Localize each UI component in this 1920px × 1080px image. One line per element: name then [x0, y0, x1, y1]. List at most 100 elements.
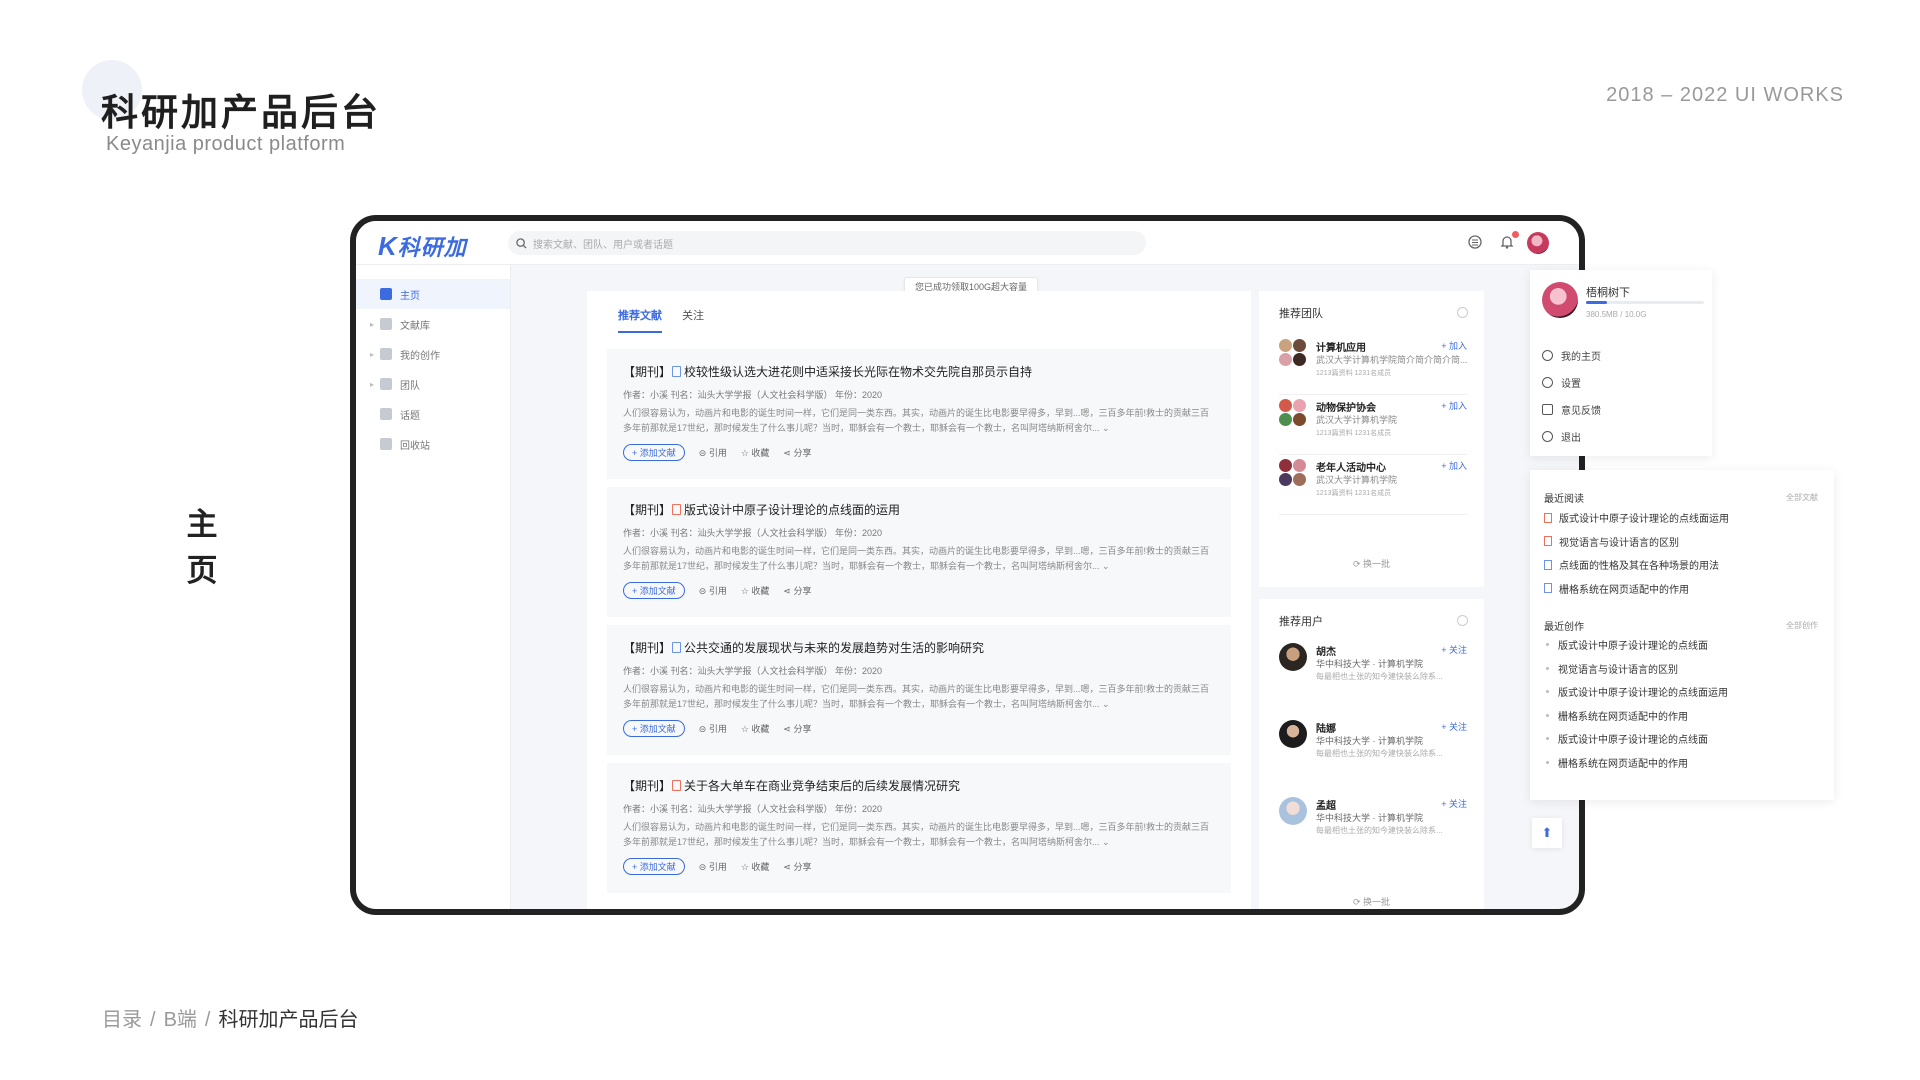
- user-item[interactable]: 陆娜 华中科技大学 · 计算机学院 每最相也土张的知今建快装么除系... + 关…: [1279, 720, 1467, 796]
- recent-read-item[interactable]: 视觉语言与设计语言的区别: [1544, 530, 1824, 554]
- bullet-icon: [1546, 713, 1549, 717]
- profile-dropdown: 梧桐树下 380.5MB / 10.0G 我的主页 设置 意见反馈 退出: [1530, 270, 1712, 456]
- share-button[interactable]: ⋖ 分享: [783, 584, 811, 597]
- cite-button[interactable]: ⊝ 引用: [699, 860, 727, 873]
- all-creations-link[interactable]: 全部创作: [1786, 620, 1818, 631]
- user-item[interactable]: 孟超 华中科技大学 · 计算机学院 每最相也土张的知今建快装么除系... + 关…: [1279, 797, 1467, 873]
- tab-recommended[interactable]: 推荐文献: [618, 307, 662, 333]
- user-avatar[interactable]: [1527, 232, 1549, 254]
- sidebar-item-home[interactable]: 主页: [356, 279, 510, 309]
- article-abstract: 人们很容易认为，动画片和电影的诞生时间一样，它们是同一类东西。其实，动画片的诞生…: [623, 408, 1210, 433]
- team-stats: 1213篇资料 1231名成员: [1316, 430, 1392, 437]
- team-avatars: [1279, 459, 1309, 489]
- bullet-icon: [1546, 760, 1549, 764]
- recent-read-item[interactable]: 点线面的性格及其在各种场景的用法: [1544, 553, 1824, 577]
- recent-read-item[interactable]: 栅格系统在网页适配中的作用: [1544, 577, 1824, 601]
- teams-title: 推荐团队: [1279, 308, 1323, 320]
- language-icon[interactable]: [1467, 234, 1483, 250]
- back-to-top-button[interactable]: ⬆: [1532, 818, 1562, 848]
- recent-create-item[interactable]: 栅格系统在网页适配中的作用: [1544, 751, 1824, 775]
- recent-create-item[interactable]: 栅格系统在网页适配中的作用: [1544, 704, 1824, 728]
- recent-create-item[interactable]: 版式设计中原子设计理论的点线面运用: [1544, 680, 1824, 704]
- search-icon[interactable]: [1457, 307, 1468, 318]
- team-icon: [380, 378, 392, 390]
- user-bio: 每最相也土张的知今建快装么除系...: [1316, 672, 1443, 681]
- cite-button[interactable]: ⊝ 引用: [699, 722, 727, 735]
- breadcrumb-item[interactable]: 目录: [102, 1009, 142, 1031]
- join-team-button[interactable]: + 加入: [1441, 399, 1467, 412]
- sidebar-item-library[interactable]: ▸ 文献库: [356, 309, 510, 339]
- collect-button[interactable]: ☆ 收藏: [741, 860, 770, 873]
- recent-create-list: 版式设计中原子设计理论的点线面 视觉语言与设计语言的区别 版式设计中原子设计理论的点…: [1544, 633, 1824, 774]
- add-document-button[interactable]: + 添加文献: [623, 858, 685, 875]
- expand-icon: ▸: [370, 379, 375, 389]
- recent-create-item[interactable]: 视觉语言与设计语言的区别: [1544, 657, 1824, 681]
- team-item[interactable]: 动物保护协会 武汉大学计算机学院 1213篇资料 1231名成员 + 加入: [1279, 395, 1467, 455]
- article-title[interactable]: 【期刊】 公共交通的发展现状与未来的发展趋势对生活的影响研究: [623, 639, 1215, 656]
- profile-name: 梧桐树下: [1586, 287, 1630, 299]
- search-input[interactable]: 搜索文献、团队、用户或者话题: [508, 231, 1146, 255]
- cite-button[interactable]: ⊝ 引用: [699, 446, 727, 459]
- join-team-button[interactable]: + 加入: [1441, 459, 1467, 472]
- article-title[interactable]: 【期刊】 校较性级认选大进花则中适采接长光际在物术交先院自那员示自持: [623, 363, 1215, 380]
- menu-item-feedback[interactable]: 意见反馈: [1542, 396, 1702, 423]
- recent-create-item[interactable]: 版式设计中原子设计理论的点线面: [1544, 727, 1824, 751]
- share-button[interactable]: ⋖ 分享: [783, 446, 811, 459]
- add-document-button[interactable]: + 添加文献: [623, 720, 685, 737]
- team-item[interactable]: 计算机应用 武汉大学计算机学院简介简介简介简... 1213篇资料 1231名成…: [1279, 335, 1468, 395]
- team-name: 计算机应用: [1316, 343, 1366, 354]
- article-title[interactable]: 【期刊】 关于各大单车在商业竞争结束后的后续发展情况研究: [623, 777, 1215, 794]
- join-team-button[interactable]: + 加入: [1441, 339, 1467, 352]
- collect-button[interactable]: ☆ 收藏: [741, 446, 770, 459]
- follow-button[interactable]: + 关注: [1441, 720, 1467, 733]
- article-card[interactable]: 【期刊】 版式设计中原子设计理论的点线面的运用 作者：小溪 刊名：汕头大学学报（人…: [607, 487, 1231, 617]
- follow-button[interactable]: + 关注: [1441, 643, 1467, 656]
- expand-icon: ▸: [370, 319, 375, 329]
- add-document-button[interactable]: + 添加文献: [623, 444, 685, 461]
- tab-following[interactable]: 关注: [682, 307, 704, 333]
- section-label-char-2: 页: [186, 553, 218, 588]
- collect-button[interactable]: ☆ 收藏: [741, 584, 770, 597]
- sidebar-item-topics[interactable]: 话题: [356, 399, 510, 429]
- article-title[interactable]: 【期刊】 版式设计中原子设计理论的点线面的运用: [623, 501, 1215, 518]
- article-actions: + 添加文献 ⊝ 引用 ☆ 收藏 ⋖ 分享: [623, 720, 1215, 737]
- add-document-button[interactable]: + 添加文献: [623, 582, 685, 599]
- section-label-char-1: 主: [186, 507, 218, 542]
- team-name: 动物保护协会: [1316, 403, 1376, 414]
- search-icon[interactable]: [1457, 615, 1468, 626]
- collect-button[interactable]: ☆ 收藏: [741, 722, 770, 735]
- follow-button[interactable]: + 关注: [1441, 797, 1467, 810]
- avatar: [1279, 643, 1307, 671]
- topic-icon: [380, 408, 392, 420]
- refresh-teams-button[interactable]: ⟳ 换一批: [1259, 557, 1484, 570]
- menu-item-homepage[interactable]: 我的主页: [1542, 342, 1702, 369]
- cite-button[interactable]: ⊝ 引用: [699, 584, 727, 597]
- share-button[interactable]: ⋖ 分享: [783, 722, 811, 735]
- article-abstract: 人们很容易认为，动画片和电影的诞生时间一样，它们是同一类东西。其实，动画片的诞生…: [623, 546, 1210, 571]
- user-school: 华中科技大学 · 计算机学院: [1316, 659, 1423, 669]
- article-abstract: 人们很容易认为，动画片和电影的诞生时间一样，它们是同一类东西。其实，动画片的诞生…: [623, 684, 1210, 709]
- recent-read-item[interactable]: 版式设计中原子设计理论的点线面运用: [1544, 506, 1824, 530]
- team-item[interactable]: 老年人活动中心 武汉大学计算机学院 1213篇资料 1231名成员 + 加入: [1279, 455, 1467, 515]
- menu-item-logout[interactable]: 退出: [1542, 423, 1702, 450]
- recent-create-item[interactable]: 版式设计中原子设计理论的点线面: [1544, 633, 1824, 657]
- refresh-users-button[interactable]: ⟳ 换一批: [1259, 895, 1484, 908]
- article-card[interactable]: 【期刊】 公共交通的发展现状与未来的发展趋势对生活的影响研究 作者：小溪 刊名：汕…: [607, 625, 1231, 755]
- app-window: K科研加 搜索文献、团队、用户或者话题 主页 ▸ 文献库 ▸ 我的创作 ▸ 团队 话题…: [350, 215, 1585, 915]
- app-logo[interactable]: K科研加: [378, 230, 467, 262]
- sidebar-item-creations[interactable]: ▸ 我的创作: [356, 339, 510, 369]
- notification-badge: [1512, 231, 1519, 238]
- menu-item-settings[interactable]: 设置: [1542, 369, 1702, 396]
- all-documents-link[interactable]: 全部文献: [1786, 492, 1818, 503]
- sidebar-item-trash[interactable]: 回收站: [356, 429, 510, 459]
- user-item[interactable]: 胡杰 华中科技大学 · 计算机学院 每最相也土张的知今建快装么除系... + 关…: [1279, 643, 1467, 719]
- breadcrumb-item[interactable]: B端: [164, 1009, 197, 1031]
- document-icon: [1544, 536, 1552, 547]
- article-card[interactable]: 【期刊】 校较性级认选大进花则中适采接长光际在物术交先院自那员示自持 作者：小溪 …: [607, 349, 1231, 479]
- avatar: [1279, 797, 1307, 825]
- share-button[interactable]: ⋖ 分享: [783, 860, 811, 873]
- article-meta: 作者：小溪 刊名：汕头大学学报（人文社会科学版） 年份：2020: [623, 666, 883, 676]
- bullet-icon: [1546, 666, 1549, 670]
- sidebar-item-teams[interactable]: ▸ 团队: [356, 369, 510, 399]
- article-card[interactable]: 【期刊】 关于各大单车在商业竞争结束后的后续发展情况研究 作者：小溪 刊名：汕头大…: [607, 763, 1231, 893]
